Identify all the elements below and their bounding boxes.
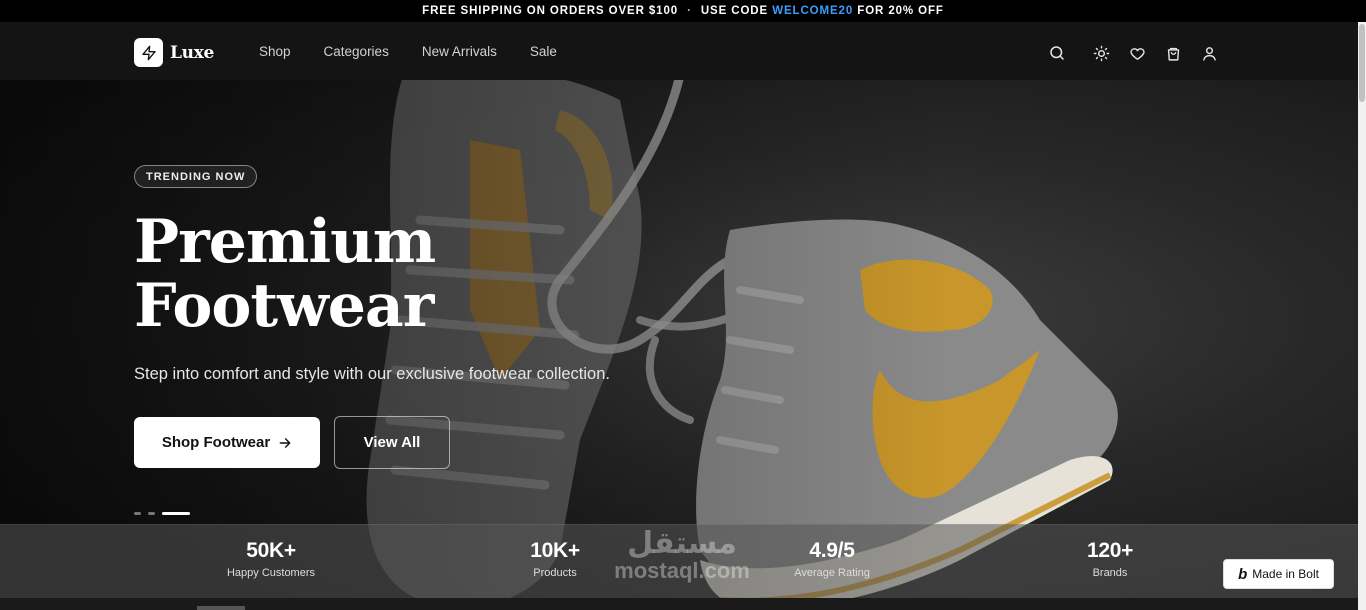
search-icon[interactable]: [1046, 42, 1068, 64]
hero-title: Premium Footwear: [134, 207, 436, 341]
main-nav: Shop Categories New Arrivals Sale: [259, 44, 590, 59]
brand-name: Luxe: [170, 42, 215, 63]
stat-label: Brands: [1092, 567, 1128, 579]
shop-footwear-label: Shop Footwear: [161, 434, 271, 451]
site-header: Luxe Shop Categories New Arrivals Sale: [0, 22, 1358, 80]
scrollbar-thumb[interactable]: [1359, 24, 1365, 102]
view-all-button[interactable]: View All: [334, 416, 450, 469]
user-icon[interactable]: [1198, 42, 1220, 64]
hero-title-line2: Footwear: [134, 271, 434, 341]
heart-icon[interactable]: [1126, 42, 1148, 64]
bolt-logo-icon: b: [1238, 565, 1248, 583]
nav-new-arrivals[interactable]: New Arrivals: [422, 44, 497, 59]
watermark-latin: mostaql.com: [614, 558, 750, 583]
brand-logo[interactable]: Luxe: [134, 38, 214, 67]
stat-rating: 4.9/5 Average Rating: [732, 539, 932, 579]
arrow-right-icon: [278, 436, 292, 450]
page-bottom-edge: [0, 598, 1358, 610]
made-in-bolt-badge[interactable]: b Made in Bolt: [1223, 559, 1334, 589]
promo-code: WELCOME20: [772, 5, 854, 17]
horizontal-scroll-thumb[interactable]: [197, 606, 245, 610]
stat-value: 50K+: [246, 539, 296, 562]
nav-categories[interactable]: Categories: [324, 44, 389, 59]
stat-value: 4.9/5: [809, 539, 855, 562]
bolt-badge-label: Made in Bolt: [1252, 567, 1319, 581]
announcement-separator: ·: [687, 5, 692, 17]
watermark-arabic: مستقل: [627, 527, 737, 560]
hero-subtitle: Step into comfort and style with our exc…: [134, 365, 610, 383]
stat-label: Happy Customers: [226, 567, 316, 579]
scrollbar-track[interactable]: [1358, 22, 1366, 610]
shopping-bag-icon[interactable]: [1162, 42, 1184, 64]
slide-dot-1[interactable]: [134, 512, 141, 515]
stat-value: 120+: [1086, 539, 1134, 562]
stat-brands: 120+ Brands: [1010, 539, 1210, 579]
announcement-bar: FREE SHIPPING ON ORDERS OVER $100 · USE …: [0, 0, 1366, 22]
lightning-icon: [134, 38, 163, 67]
slide-dot-2[interactable]: [148, 512, 155, 515]
mostaql-watermark: مستقل mostaql.com: [602, 526, 762, 582]
stat-label: Average Rating: [794, 567, 870, 579]
nav-sale[interactable]: Sale: [530, 44, 557, 59]
sun-icon[interactable]: [1090, 42, 1112, 64]
header-actions: [1046, 42, 1234, 64]
hero-title-line1: Premium: [134, 207, 436, 277]
shop-footwear-button[interactable]: Shop Footwear: [134, 417, 320, 468]
announcement-shipping: FREE SHIPPING ON ORDERS OVER $100: [422, 5, 679, 17]
trending-badge: TRENDING NOW: [134, 165, 258, 188]
announcement-discount: FOR 20% OFF: [857, 5, 944, 17]
slide-dot-3-active[interactable]: [162, 512, 190, 515]
stat-customers: 50K+ Happy Customers: [171, 539, 371, 579]
slide-indicators: [134, 512, 197, 515]
announcement-code-prefix: USE CODE: [700, 5, 769, 17]
nav-shop[interactable]: Shop: [259, 44, 291, 59]
